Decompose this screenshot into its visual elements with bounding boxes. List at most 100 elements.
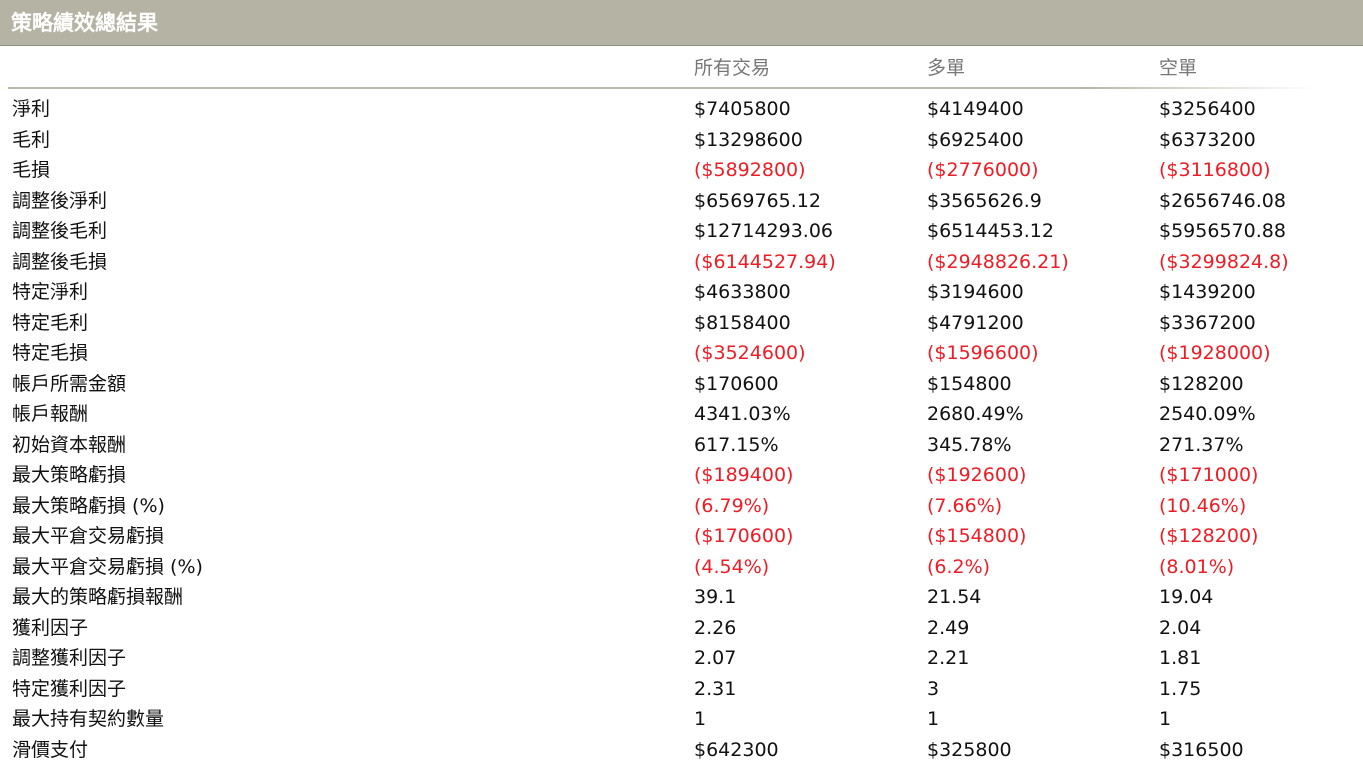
cell-long: 3 — [927, 677, 940, 700]
cell-all-trades: $170600 — [694, 372, 779, 395]
row-label: 特定淨利 — [12, 281, 89, 303]
row-label: 帳戶所需金額 — [12, 372, 127, 395]
cell-short: 19.04 — [1159, 586, 1214, 608]
cell-all-trades: ($189400) — [694, 464, 794, 486]
row-label: 最大持有契約數量 — [12, 708, 165, 730]
cell-short: ($1928000) — [1159, 342, 1271, 364]
row-label: 調整後毛利 — [12, 220, 108, 242]
cell-short: 2.04 — [1159, 616, 1202, 639]
row-label: 毛損 — [12, 159, 51, 181]
table-row: 滑價支付 $642300 $325800 $316500 — [0, 735, 1363, 766]
row-label: 獲利因子 — [12, 616, 89, 639]
cell-short: $128200 — [1159, 372, 1244, 395]
cell-long: $4791200 — [927, 311, 1024, 334]
row-label: 最大的策略虧損報酬 — [12, 586, 184, 608]
cell-long: ($2776000) — [927, 159, 1039, 181]
table-row: 最大平倉交易虧損 (%) (4.54%) (6.2%) (8.01%) — [0, 552, 1363, 583]
cell-long: 1 — [927, 708, 940, 730]
row-label: 毛利 — [12, 128, 51, 151]
performance-table: 淨利 $7405800 $4149400 $3256400 毛利 $13298600 $6… — [0, 94, 1363, 765]
row-label: 淨利 — [12, 98, 51, 120]
cell-all-trades: $642300 — [694, 738, 779, 761]
cell-all-trades: (4.54%) — [694, 555, 770, 578]
table-row: 最大策略虧損 ($189400) ($192600) ($171000) — [0, 460, 1363, 491]
table-row: 特定獲利因子 2.31 3 1.75 — [0, 674, 1363, 705]
table-row: 帳戶所需金額 $170600 $154800 $128200 — [0, 369, 1363, 400]
cell-all-trades: 2.26 — [694, 616, 737, 639]
table-row: 最大策略虧損 (%) (6.79%) (7.66%) (10.46%) — [0, 491, 1363, 522]
table-row: 獲利因子 2.26 2.49 2.04 — [0, 613, 1363, 644]
table-row: 調整後淨利 $6569765.12 $3565626.9 $2656746.08 — [0, 186, 1363, 217]
cell-long: ($2948826.21) — [927, 250, 1069, 273]
table-row: 調整後毛損 ($6144527.94) ($2948826.21) ($3299824… — [0, 247, 1363, 278]
cell-short: $6373200 — [1159, 128, 1256, 151]
cell-long: 2.21 — [927, 647, 970, 669]
cell-short: $3256400 — [1159, 98, 1256, 120]
table-row: 毛損 ($5892800) ($2776000) ($3116800) — [0, 155, 1363, 186]
row-label: 特定毛損 — [12, 342, 89, 364]
cell-short: 1.81 — [1159, 647, 1202, 669]
row-label: 初始資本報酬 — [12, 433, 127, 456]
cell-all-trades: 4341.03% — [694, 403, 791, 425]
table-row: 最大持有契約數量 1 1 1 — [0, 704, 1363, 735]
cell-all-trades: $7405800 — [694, 98, 791, 120]
header-divider — [8, 87, 1316, 89]
cell-long: $325800 — [927, 738, 1012, 761]
cell-all-trades: $8158400 — [694, 311, 791, 334]
row-label: 調整後淨利 — [12, 189, 108, 212]
cell-short: $1439200 — [1159, 281, 1256, 303]
row-label: 特定獲利因子 — [12, 677, 127, 700]
table-row: 特定毛損 ($3524600) ($1596600) ($1928000) — [0, 338, 1363, 369]
row-label: 最大平倉交易虧損 (%) — [12, 555, 203, 578]
table-header: 所有交易 多單 空單 — [0, 54, 1363, 82]
row-label: 最大策略虧損 — [12, 464, 127, 486]
table-row: 特定毛利 $8158400 $4791200 $3367200 — [0, 308, 1363, 339]
table-row: 淨利 $7405800 $4149400 $3256400 — [0, 94, 1363, 125]
cell-all-trades: $6569765.12 — [694, 189, 821, 212]
column-header-short: 空單 — [1159, 57, 1198, 79]
report-title: 策略績效總結果 — [11, 11, 158, 35]
cell-long: (6.2%) — [927, 555, 991, 578]
cell-long: $3194600 — [927, 281, 1024, 303]
cell-long: 345.78% — [927, 433, 1012, 456]
table-row: 最大平倉交易虧損 ($170600) ($154800) ($128200) — [0, 521, 1363, 552]
row-label: 特定毛利 — [12, 311, 89, 334]
cell-short: ($171000) — [1159, 464, 1259, 486]
table-row: 毛利 $13298600 $6925400 $6373200 — [0, 125, 1363, 156]
table-row: 調整獲利因子 2.07 2.21 1.81 — [0, 643, 1363, 674]
cell-long: 21.54 — [927, 586, 982, 608]
report-title-bar: 策略績效總結果 — [0, 0, 1363, 46]
cell-all-trades: (6.79%) — [694, 494, 770, 517]
cell-long: $6925400 — [927, 128, 1024, 151]
cell-short: $2656746.08 — [1159, 189, 1286, 212]
cell-short: 1 — [1159, 708, 1172, 730]
cell-all-trades: ($170600) — [694, 525, 794, 547]
cell-long: 2.49 — [927, 616, 970, 639]
cell-long: ($1596600) — [927, 342, 1039, 364]
table-row: 調整後毛利 $12714293.06 $6514453.12 $5956570.88 — [0, 216, 1363, 247]
cell-long: $154800 — [927, 372, 1012, 395]
row-label: 調整後毛損 — [12, 250, 108, 273]
row-label: 調整獲利因子 — [12, 647, 127, 669]
cell-long: $6514453.12 — [927, 220, 1054, 242]
cell-short: 1.75 — [1159, 677, 1202, 700]
cell-short: $3367200 — [1159, 311, 1256, 334]
cell-long: ($154800) — [927, 525, 1027, 547]
row-label: 最大平倉交易虧損 — [12, 525, 165, 547]
cell-all-trades: 1 — [694, 708, 707, 730]
cell-all-trades: $12714293.06 — [694, 220, 834, 242]
row-label: 帳戶報酬 — [12, 403, 89, 425]
cell-long: 2680.49% — [927, 403, 1024, 425]
cell-short: 2540.09% — [1159, 403, 1256, 425]
cell-all-trades: ($6144527.94) — [694, 250, 836, 273]
cell-short: ($3116800) — [1159, 159, 1271, 181]
table-row: 初始資本報酬 617.15% 345.78% 271.37% — [0, 430, 1363, 461]
table-row: 最大的策略虧損報酬 39.1 21.54 19.04 — [0, 582, 1363, 613]
cell-all-trades: ($5892800) — [694, 159, 806, 181]
cell-all-trades: 617.15% — [694, 433, 779, 456]
cell-short: $316500 — [1159, 738, 1244, 761]
table-row: 帳戶報酬 4341.03% 2680.49% 2540.09% — [0, 399, 1363, 430]
cell-long: $3565626.9 — [927, 189, 1042, 212]
cell-all-trades: $4633800 — [694, 281, 791, 303]
cell-all-trades: $13298600 — [694, 128, 803, 151]
